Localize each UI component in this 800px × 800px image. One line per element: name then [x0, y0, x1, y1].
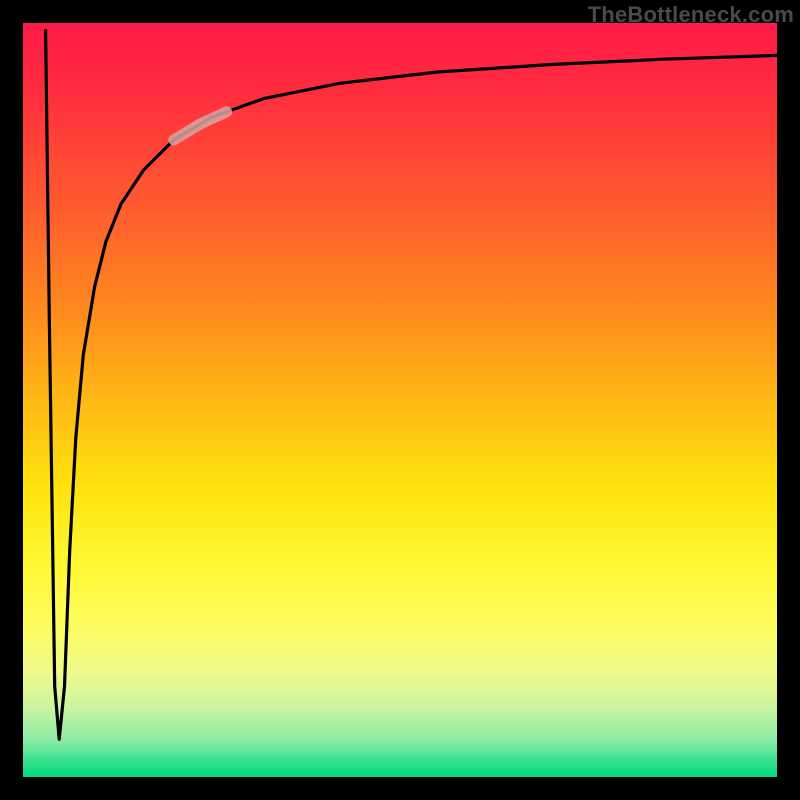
curve-svg: [23, 23, 777, 777]
watermark-text: TheBottleneck.com: [588, 2, 794, 28]
plot-area: [23, 23, 777, 777]
bottleneck-curve: [46, 31, 777, 740]
highlight-segment: [174, 112, 227, 140]
chart-frame: TheBottleneck.com: [0, 0, 800, 800]
